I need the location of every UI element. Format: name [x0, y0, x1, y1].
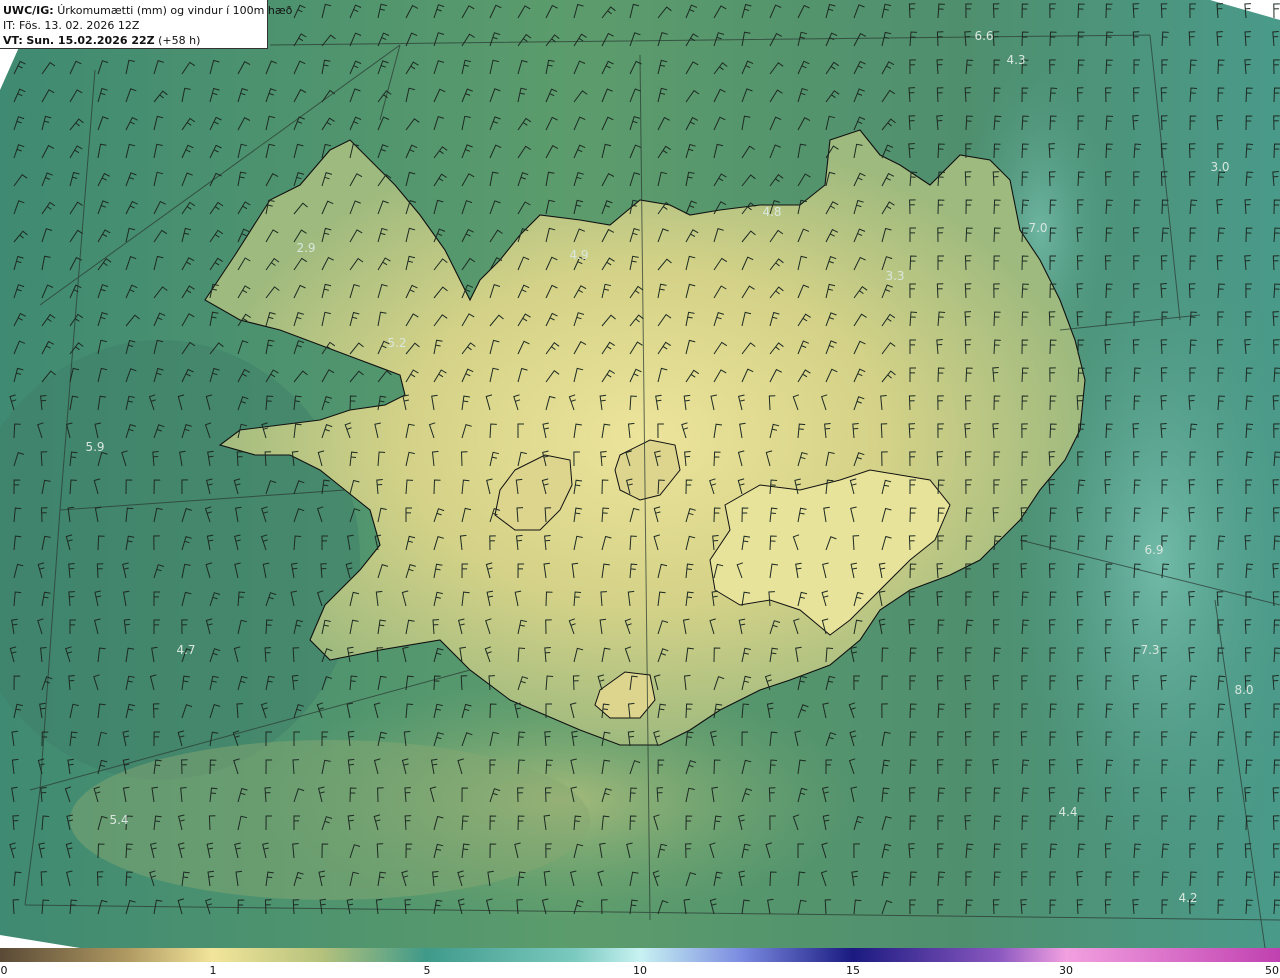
- field-value-label: 4.2: [1178, 891, 1198, 905]
- lead-time: (+58 h): [158, 34, 201, 47]
- colorbar-labels: 0 1 5 10 15 30 50: [0, 962, 1280, 978]
- field-value-label: 5.2: [387, 336, 407, 350]
- colorbar-tick: 50: [1265, 964, 1279, 977]
- colorbar: [0, 948, 1280, 962]
- map-info-box: UWC/IG: Úrkomumætti (mm) og vindur í 100…: [0, 0, 292, 49]
- field-value-label: 3.3: [885, 269, 905, 283]
- field-value-label: 4.4: [1058, 805, 1078, 819]
- map-title: Úrkomumætti (mm) og vindur í 100m hæð: [57, 4, 293, 17]
- title-line: UWC/IG: Úrkomumætti (mm) og vindur í 100…: [3, 3, 292, 18]
- colorbar-tick: 0: [0, 964, 8, 977]
- field-value-label: 4.8: [762, 205, 782, 219]
- issue-time: IT: Fös. 13. 02. 2026 12Z: [3, 19, 140, 32]
- field-value-label: 8.0: [1234, 683, 1254, 697]
- field-value-label: 7.3: [1140, 643, 1160, 657]
- field-value-label: 7.0: [1028, 221, 1048, 235]
- field-value-label: 2.9: [296, 241, 316, 255]
- field-value-label: 6.9: [1144, 543, 1164, 557]
- field-value-label: 4.3: [1006, 53, 1026, 67]
- weather-map: UWC/IG: Úrkomumætti (mm) og vindur í 100…: [0, 0, 1280, 948]
- valid-time: Sun. 15.02.2026 22Z: [26, 34, 155, 47]
- field-value-label: 4.7: [176, 643, 196, 657]
- colorbar-tick: 15: [846, 964, 860, 977]
- map-canvas: [0, 0, 1280, 948]
- valid-prefix: VT:: [3, 34, 23, 47]
- colorbar-tick: 30: [1059, 964, 1073, 977]
- colorbar-tick: 1: [209, 964, 217, 977]
- field-value-label: 5.9: [85, 440, 105, 454]
- colorbar-tick: 5: [423, 964, 431, 977]
- wind-barb: [1273, 3, 1280, 19]
- valid-time-line: VT: Sun. 15.02.2026 22Z (+58 h): [3, 33, 267, 48]
- field-value-label: 4.9: [569, 248, 589, 262]
- colorbar-tick: 10: [633, 964, 647, 977]
- field-value-label: 3.0: [1210, 160, 1230, 174]
- field-value-label: 5.4: [109, 813, 129, 827]
- field-value-label: 6.6: [974, 29, 994, 43]
- product-code: UWC/IG:: [3, 4, 54, 17]
